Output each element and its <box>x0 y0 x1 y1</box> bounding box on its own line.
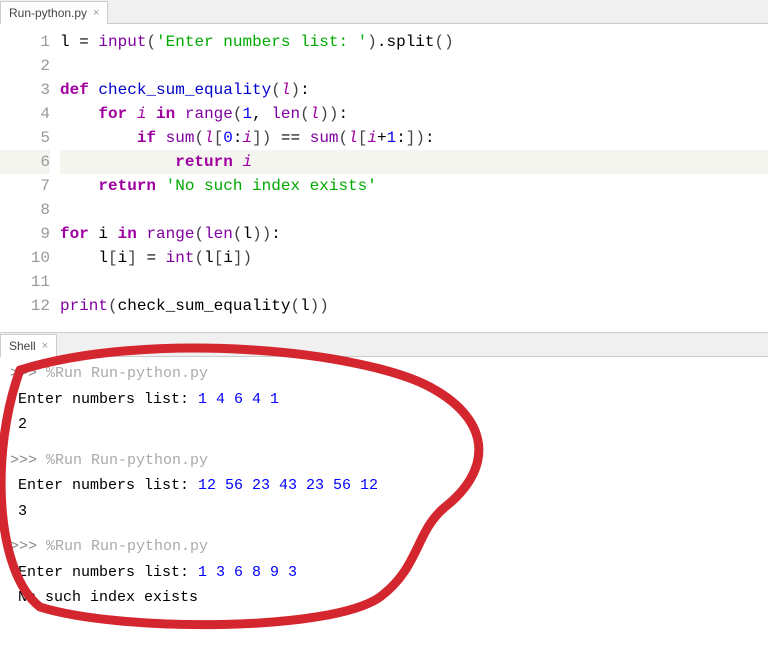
shell-output-line: 3 <box>10 499 758 525</box>
code-line[interactable]: print(check_sum_equality(l)) <box>60 294 768 318</box>
close-icon[interactable]: × <box>93 7 99 19</box>
shell-tab[interactable]: Shell × <box>0 334 57 357</box>
line-number: 4 <box>0 102 50 126</box>
line-number: 11 <box>0 270 50 294</box>
shell-io-line: Enter numbers list: 12 56 23 43 23 56 12 <box>10 473 758 499</box>
line-number: 12 <box>0 294 50 318</box>
code-line[interactable]: l = input('Enter numbers list: ').split(… <box>60 30 768 54</box>
shell-io-line: Enter numbers list: 1 4 6 4 1 <box>10 387 758 413</box>
line-number: 2 <box>0 54 50 78</box>
code-line[interactable]: for i in range(len(l)): <box>60 222 768 246</box>
shell-run-line: >>> %Run Run-python.py <box>10 448 758 474</box>
code-area[interactable]: l = input('Enter numbers list: ').split(… <box>60 24 768 324</box>
shell-tab-bar: Shell × <box>0 333 768 357</box>
editor-tab[interactable]: Run-python.py × <box>0 1 108 24</box>
code-line[interactable]: for i in range(1, len(l)): <box>60 102 768 126</box>
code-line[interactable]: if sum(l[0:i]) == sum(l[i+1:]): <box>60 126 768 150</box>
shell-output-line: No such index exists <box>10 585 758 611</box>
line-number: 6 <box>0 150 50 174</box>
line-number: 8 <box>0 198 50 222</box>
shell-run-line: >>> %Run Run-python.py <box>10 361 758 387</box>
shell-output[interactable]: >>> %Run Run-python.pyEnter numbers list… <box>0 357 768 661</box>
shell-panel: Shell × >>> %Run Run-python.pyEnter numb… <box>0 332 768 661</box>
shell-io-line: Enter numbers list: 1 3 6 8 9 3 <box>10 560 758 586</box>
line-number: 1 <box>0 30 50 54</box>
code-editor[interactable]: 123456789101112 l = input('Enter numbers… <box>0 24 768 324</box>
line-number: 7 <box>0 174 50 198</box>
code-line[interactable] <box>60 198 768 222</box>
editor-tab-bar: Run-python.py × <box>0 0 768 24</box>
line-number-gutter: 123456789101112 <box>0 24 60 324</box>
line-number: 5 <box>0 126 50 150</box>
code-line[interactable]: return i <box>60 150 768 174</box>
code-line[interactable]: return 'No such index exists' <box>60 174 768 198</box>
line-number: 10 <box>0 246 50 270</box>
shell-output-line: 2 <box>10 412 758 438</box>
shell-tab-label: Shell <box>9 339 36 353</box>
close-icon[interactable]: × <box>42 340 48 352</box>
shell-run-line: >>> %Run Run-python.py <box>10 534 758 560</box>
code-line[interactable]: l[i] = int(l[i]) <box>60 246 768 270</box>
line-number: 9 <box>0 222 50 246</box>
code-line[interactable] <box>60 270 768 294</box>
code-line[interactable]: def check_sum_equality(l): <box>60 78 768 102</box>
line-number: 3 <box>0 78 50 102</box>
editor-tab-label: Run-python.py <box>9 6 87 20</box>
code-line[interactable] <box>60 54 768 78</box>
